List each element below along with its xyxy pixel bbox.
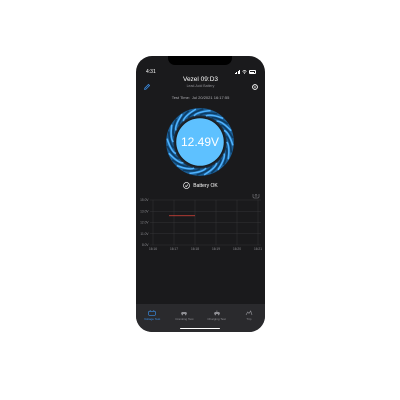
x-tick-label: 16:17 — [170, 247, 178, 251]
y-tick-label: 12.0V — [140, 221, 149, 225]
x-tick-label: 16:19 — [212, 247, 220, 251]
page-title: Vezel 09:D3 — [182, 76, 219, 83]
check-circle-icon — [183, 182, 191, 189]
page-subtitle: Lead-Acid Battery — [186, 84, 215, 88]
tab-label: Trip — [246, 317, 252, 321]
nav-header: Vezel 09:D3 Lead-Acid Battery — [136, 76, 265, 94]
test-time: Test Time: Jul 20/2021 16:17:55 — [136, 95, 265, 100]
status-time: 4:31 — [146, 69, 156, 75]
voltage-readout: 12.49V — [180, 135, 220, 149]
charging-car-icon — [213, 310, 220, 316]
y-tick-label: 15.0V — [140, 198, 149, 202]
y-tick-label: 13.0V — [140, 209, 149, 213]
car-icon — [181, 312, 188, 316]
tab-label: Voltage Test — [143, 317, 161, 321]
battery-status-icon — [249, 70, 256, 74]
status-icons — [234, 70, 256, 74]
share-icon-arrow — [254, 193, 258, 197]
tab-label: Cranking Test — [175, 317, 194, 321]
x-tick-label: 16:20 — [233, 247, 241, 251]
home-indicator — [180, 327, 220, 329]
tab-voltage-test[interactable]: Voltage Test — [136, 304, 168, 332]
x-tick-label: 16:18 — [191, 247, 199, 251]
voltage-chart: 15.0V 13.0V 12.0V 11.0V 8.0V 16:16 16:17 16:18 1… — [136, 192, 265, 258]
x-tick-label: 16:21 — [254, 247, 262, 251]
battery-status-text: Battery OK — [193, 182, 218, 189]
x-tick-label: 16:16 — [149, 247, 157, 251]
test-time-label: Test Time: — [171, 95, 190, 100]
battery-status: Battery OK — [136, 182, 265, 189]
test-time-value: Jul 20/2021 16:17:55 — [191, 95, 230, 100]
phone-frame: 4:31 Vezel 09:D3 Lead-Acid Battery Test … — [136, 56, 265, 332]
tab-trip[interactable]: Trip — [233, 304, 265, 332]
status-bar: 4:31 — [146, 68, 256, 76]
wifi-icon — [242, 70, 247, 74]
battery-icon — [148, 310, 156, 316]
gear-icon[interactable] — [251, 78, 259, 90]
notch — [168, 56, 232, 65]
trip-icon — [245, 310, 253, 316]
y-tick-label: 11.0V — [140, 232, 149, 236]
tab-label: Charging Test — [207, 317, 226, 321]
signal-icon — [234, 70, 240, 74]
